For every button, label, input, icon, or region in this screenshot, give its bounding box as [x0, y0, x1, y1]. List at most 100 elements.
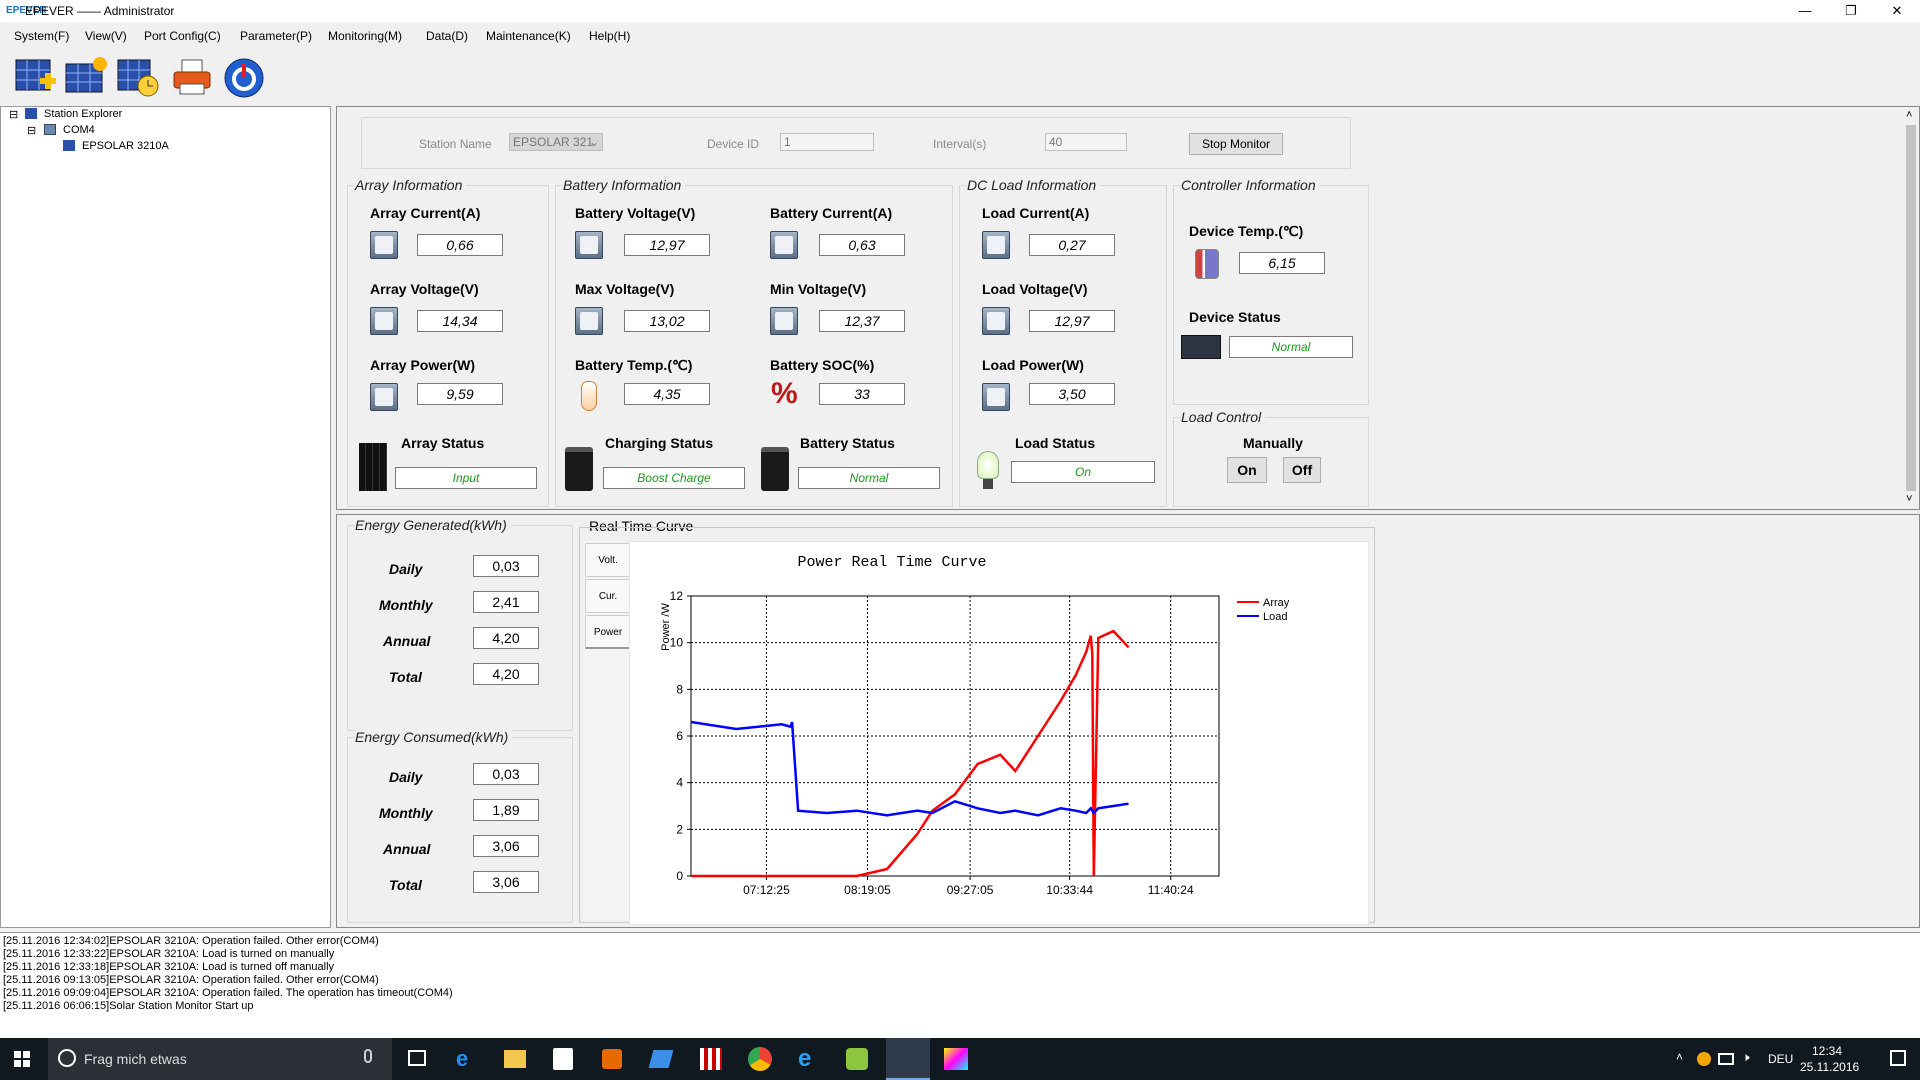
- file-explorer-icon[interactable]: [504, 1050, 526, 1068]
- load-on-button[interactable]: On: [1227, 457, 1267, 483]
- station-explorer: ⊟ Station Explorer ⊟ COM4 EPSOLAR 3210A: [0, 106, 331, 928]
- scroll-up-icon[interactable]: ˄: [1906, 109, 1912, 121]
- epever-task-icon[interactable]: [886, 1038, 930, 1080]
- interval-input[interactable]: 40: [1045, 133, 1127, 151]
- tab-power[interactable]: Power: [585, 615, 631, 649]
- y-tick-label: 2: [676, 822, 683, 836]
- device-status-label: Device Status: [1189, 309, 1281, 325]
- min-voltmeter-icon: [770, 307, 798, 335]
- load-off-button[interactable]: Off: [1283, 457, 1321, 483]
- bulb-base-icon: [983, 479, 993, 489]
- menu-monitoring[interactable]: Monitoring(M): [328, 29, 402, 43]
- station-name-value: EPSOLAR 321: [513, 135, 594, 149]
- clock-time[interactable]: 12:34: [1812, 1044, 1842, 1058]
- scroll-down-icon[interactable]: ˅: [1906, 493, 1912, 505]
- battery-current-value: 0,63: [819, 234, 905, 256]
- menu-view[interactable]: View(V): [85, 29, 127, 43]
- tree-device-label[interactable]: EPSOLAR 3210A: [82, 140, 169, 152]
- controller-device-icon: [1181, 335, 1221, 359]
- x-tick-label: 08:19:05: [844, 883, 891, 897]
- volume-icon[interactable]: 🕨: [1742, 1050, 1750, 1065]
- menu-help[interactable]: Help(H): [589, 29, 630, 43]
- menu-parameter[interactable]: Parameter(P): [240, 29, 312, 43]
- tree-root-label[interactable]: Station Explorer: [44, 108, 122, 120]
- chevron-down-icon: ⌄: [588, 135, 599, 149]
- task-view-icon[interactable]: [408, 1050, 426, 1066]
- tab-cur[interactable]: Cur.: [585, 579, 631, 613]
- tree-port-label[interactable]: COM4: [63, 124, 95, 136]
- interval-label: Interval(s): [933, 137, 987, 151]
- microphone-icon[interactable]: [364, 1049, 372, 1063]
- minimize-button[interactable]: —: [1782, 0, 1828, 22]
- solar-panel-icon[interactable]: [64, 56, 108, 98]
- energy-generated-title: Energy Generated(kWh): [355, 517, 511, 533]
- x-tick-label: 10:33:44: [1046, 883, 1093, 897]
- station-icon: [25, 108, 37, 119]
- min-voltage-label: Min Voltage(V): [770, 281, 867, 297]
- taskbar: Frag mich etwas e e ˄ 🕨 DEU 12:34 25.11.…: [0, 1038, 1920, 1080]
- battery-info-title: Battery Information: [563, 177, 686, 193]
- menu-maintenance[interactable]: Maintenance(K): [486, 29, 571, 43]
- load-info-title: DC Load Information: [967, 177, 1101, 193]
- power-icon[interactable]: [222, 56, 266, 98]
- gen-daily-value: 0,03: [473, 555, 539, 577]
- load-power-value: 3,50: [1029, 383, 1115, 405]
- tray-app-icon[interactable]: [1697, 1052, 1711, 1066]
- restore-button[interactable]: ❐: [1828, 0, 1874, 22]
- energy-consumed-group: [347, 737, 573, 923]
- tree-toggle-root[interactable]: ⊟: [9, 108, 18, 121]
- device-status-value: Normal: [1229, 336, 1353, 358]
- chrome-icon[interactable]: [748, 1047, 772, 1071]
- con-total-label: Total: [389, 877, 422, 893]
- controller-group: [1173, 185, 1369, 405]
- device-id-label: Device ID: [707, 137, 760, 151]
- charging-status-value: Boost Charge: [603, 467, 745, 489]
- search-box[interactable]: Frag mich etwas: [48, 1038, 392, 1080]
- battery-status-icon: [761, 447, 789, 491]
- load-voltage-label: Load Voltage(V): [982, 281, 1088, 297]
- store-icon[interactable]: [553, 1048, 573, 1070]
- ie-icon[interactable]: e: [798, 1047, 820, 1071]
- media-player-icon[interactable]: [602, 1049, 622, 1069]
- menu-port-config[interactable]: Port Config(C): [144, 29, 221, 43]
- network-tool-icon[interactable]: [648, 1050, 674, 1068]
- tab-volt[interactable]: Volt.: [585, 543, 631, 577]
- chart-background: [629, 541, 1369, 925]
- con-monthly-label: Monthly: [379, 805, 433, 821]
- menu-system[interactable]: System(F): [14, 29, 69, 43]
- edge-icon[interactable]: e: [456, 1048, 478, 1070]
- action-center-icon[interactable]: [1890, 1050, 1906, 1066]
- monitor-scrollbar[interactable]: ˄ ˅: [1903, 109, 1919, 507]
- x-tick-label: 07:12:25: [743, 883, 790, 897]
- load-current-label: Load Current(A): [982, 205, 1090, 221]
- battery-voltage-label: Battery Voltage(V): [575, 205, 696, 221]
- search-icon: [58, 1049, 76, 1067]
- tray-expand-icon[interactable]: ˄: [1676, 1050, 1683, 1064]
- network-icon[interactable]: [1718, 1053, 1734, 1065]
- app-grid-icon[interactable]: [700, 1048, 722, 1070]
- scroll-thumb[interactable]: [1906, 125, 1916, 491]
- language-indicator[interactable]: DEU: [1768, 1052, 1793, 1066]
- event-log[interactable]: [25.11.2016 12:34:02]EPSOLAR 3210A: Oper…: [0, 932, 1920, 1038]
- array-info-title: Array Information: [355, 177, 467, 193]
- menu-data[interactable]: Data(D): [426, 29, 468, 43]
- stop-monitor-button[interactable]: Stop Monitor: [1189, 133, 1283, 155]
- device-temp-label: Device Temp.(℃): [1189, 223, 1304, 239]
- station-name-select[interactable]: EPSOLAR 321 ⌄: [509, 133, 603, 151]
- y-tick-label: 10: [670, 636, 684, 650]
- legend-label: Array: [1263, 597, 1290, 609]
- start-windows-icon[interactable]: [14, 1051, 30, 1067]
- schedule-icon[interactable]: [116, 56, 160, 98]
- load-power-meter-icon: [982, 383, 1010, 411]
- close-button[interactable]: ✕: [1874, 0, 1920, 22]
- paint-app-icon[interactable]: [944, 1048, 968, 1070]
- tree-toggle-port[interactable]: ⊟: [27, 124, 36, 137]
- log-line: [25.11.2016 09:13:05]EPSOLAR 3210A: Oper…: [3, 974, 379, 986]
- clock-date[interactable]: 25.11.2016: [1800, 1060, 1859, 1074]
- gen-monthly-value: 2,41: [473, 591, 539, 613]
- pdf-tool-icon[interactable]: [846, 1048, 868, 1070]
- max-voltage-value: 13,02: [624, 310, 710, 332]
- print-icon[interactable]: [170, 56, 214, 98]
- device-id-input[interactable]: 1: [780, 133, 874, 151]
- add-station-icon[interactable]: [14, 56, 58, 98]
